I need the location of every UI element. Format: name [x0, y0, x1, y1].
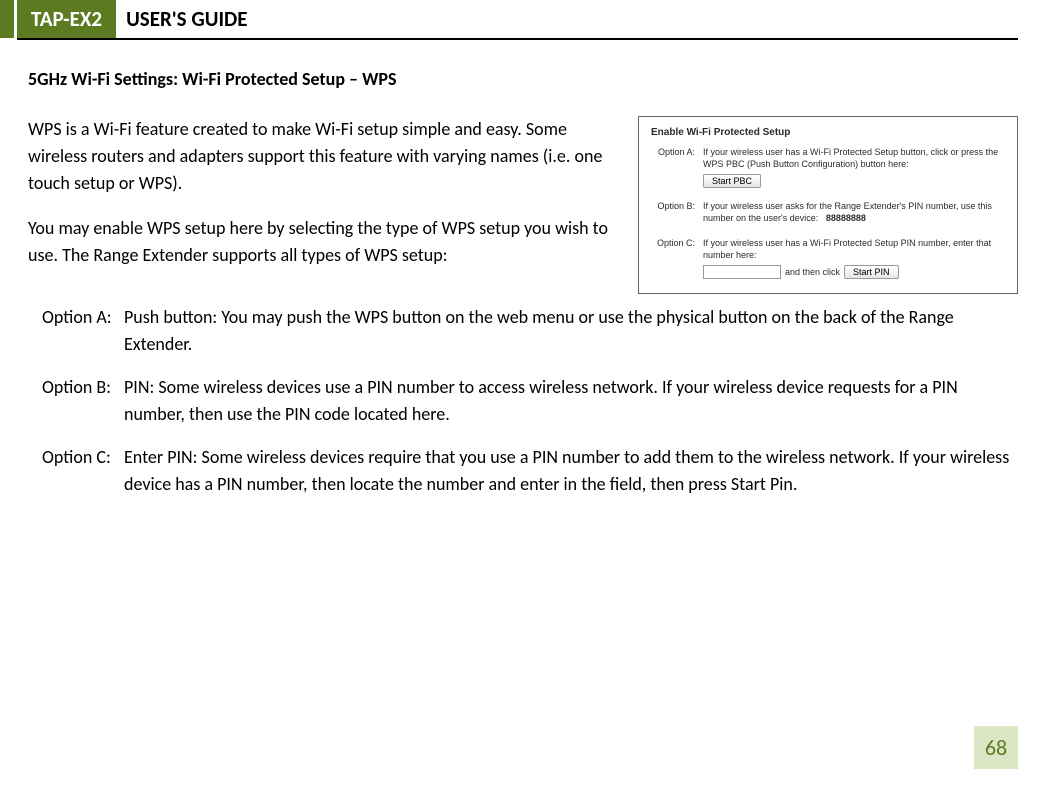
panel-option-c-label: Option C: — [651, 237, 703, 279]
doc-title: USER'S GUIDE — [126, 6, 247, 32]
option-c-label: Option C: — [42, 444, 124, 498]
option-b-label: Option B: — [42, 374, 124, 428]
panel-option-a-text: If your wireless user has a Wi-Fi Protec… — [703, 146, 1005, 170]
panel-pin-value: 88888888 — [821, 213, 866, 223]
option-a-label: Option A: — [42, 304, 124, 358]
panel-title: Enable Wi-Fi Protected Setup — [651, 127, 1005, 138]
header-stripe — [0, 0, 14, 38]
section-title: 5GHz Wi-Fi Settings: Wi-Fi Protected Set… — [28, 68, 1018, 90]
panel-option-a-label: Option A: — [651, 146, 703, 188]
option-a-text: Push button: You may push the WPS button… — [124, 304, 1018, 358]
product-badge: TAP-EX2 — [17, 0, 116, 38]
panel-option-b-label: Option B: — [651, 200, 703, 224]
start-pbc-button[interactable]: Start PBC — [703, 174, 761, 188]
pin-input[interactable] — [703, 265, 781, 279]
option-b-text: PIN: Some wireless devices use a PIN num… — [124, 374, 1018, 428]
page-number: 68 — [974, 726, 1018, 769]
option-c-text: Enter PIN: Some wireless devices require… — [124, 444, 1018, 498]
then-click-text: and then click — [785, 266, 840, 278]
intro-paragraph-1: WPS is a Wi-Fi feature created to make W… — [28, 116, 622, 197]
intro-paragraph-2: You may enable WPS setup here by selecti… — [28, 215, 622, 269]
panel-option-c-text: If your wireless user has a Wi-Fi Protec… — [703, 237, 1005, 261]
wps-settings-panel: Enable Wi-Fi Protected Setup Option A: I… — [638, 116, 1018, 294]
start-pin-button[interactable]: Start PIN — [844, 265, 899, 279]
